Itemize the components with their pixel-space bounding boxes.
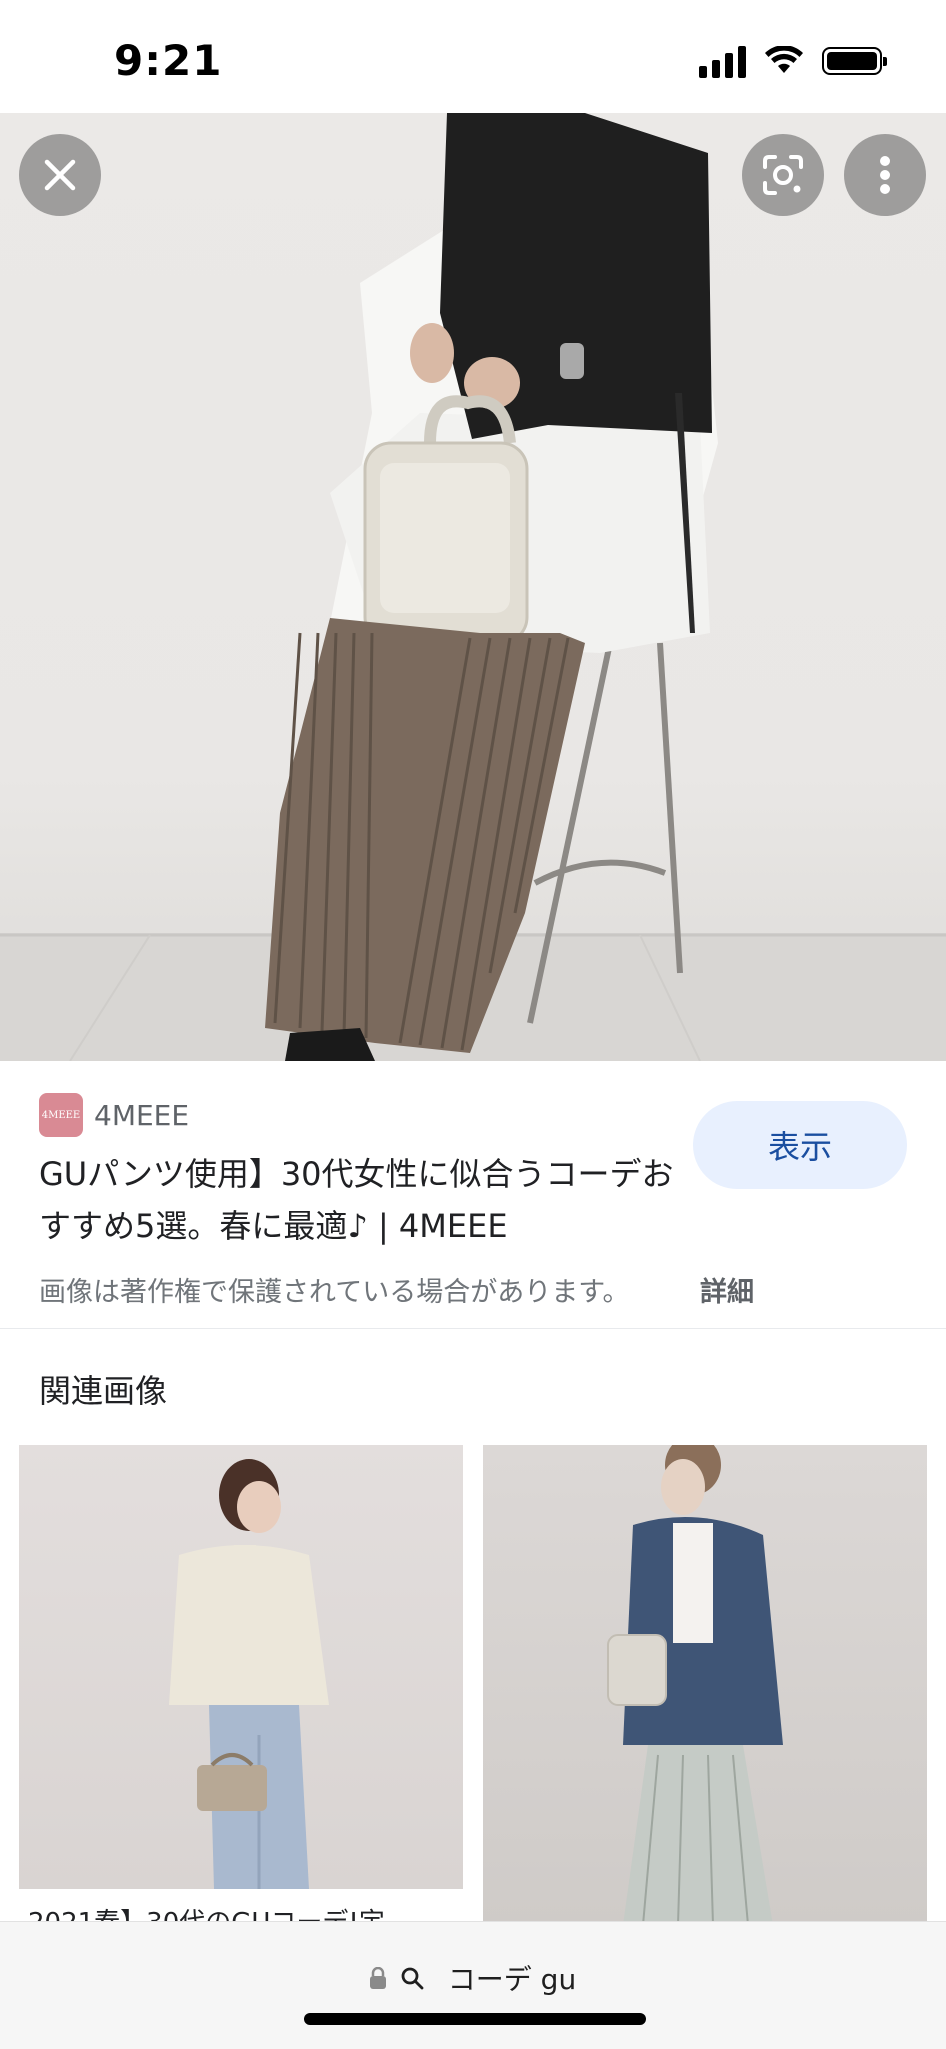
close-icon (44, 159, 76, 191)
close-button[interactable] (19, 134, 101, 216)
copyright-note: 画像は著作権で保護されている場合があります。 (39, 1277, 630, 1308)
cellular-signal-icon (699, 44, 746, 78)
battery-icon (822, 47, 887, 75)
source-name[interactable]: 4MEEE (94, 1099, 189, 1132)
source-favicon: 4MEEE (39, 1093, 83, 1137)
lock-icon (369, 1967, 386, 1989)
status-time: 9:21 (114, 36, 223, 85)
result-title[interactable]: GUパンツ使用】30代女性に似合うコーデおすすめ5選。春に最適♪ | 4MEEE (39, 1148, 679, 1252)
browser-bottom-bar: コーデ gu (0, 1921, 946, 2049)
address-bar[interactable]: コーデ gu (0, 1958, 946, 1998)
main-image[interactable] (0, 113, 946, 1061)
home-indicator[interactable] (304, 2013, 646, 2025)
status-bar: 9:21 (0, 0, 946, 113)
more-vert-icon (880, 156, 890, 194)
lens-search-button[interactable] (742, 134, 824, 216)
related-image-1[interactable] (19, 1445, 463, 1889)
details-link[interactable]: 詳細 (700, 1270, 754, 1309)
lens-icon (763, 155, 803, 195)
url-text[interactable]: コーデ gu (448, 1958, 576, 1998)
view-button[interactable]: 表示 (693, 1101, 907, 1189)
search-icon (401, 1967, 424, 1990)
divider (0, 1328, 946, 1329)
related-image-2[interactable] (483, 1445, 927, 1925)
more-options-button[interactable] (844, 134, 926, 216)
status-icons (699, 44, 887, 78)
related-images-heading: 関連画像 (39, 1372, 168, 1410)
wifi-icon (765, 46, 803, 73)
